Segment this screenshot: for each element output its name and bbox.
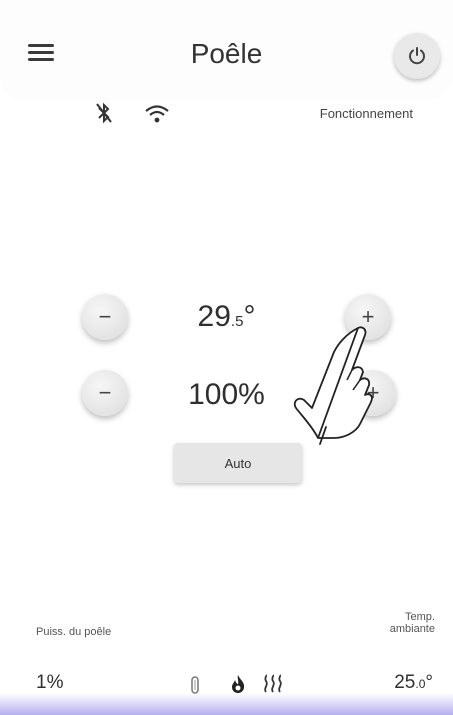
auto-button[interactable]: Auto [174, 443, 302, 483]
flame-icon [232, 675, 245, 693]
ambient-temp-label: Temp. ambiante [389, 611, 435, 635]
power-button[interactable] [394, 33, 440, 79]
status-label: Fonctionnement [319, 106, 413, 121]
ambient-temp-value: 25.0° [394, 672, 433, 693]
plus-icon: + [366, 380, 380, 405]
bottom-accent-glow [0, 693, 453, 715]
temperature-control: − 29.5° + [0, 292, 453, 352]
power-control: − 100% + [0, 366, 453, 426]
stove-power-label: Puiss. du poêle [36, 626, 112, 638]
status-row: Fonctionnement [0, 100, 453, 130]
power-increase-button[interactable]: + [350, 370, 396, 416]
plus-icon: + [361, 304, 375, 329]
page-title: Poêle [190, 38, 263, 69]
power-icon [409, 47, 425, 65]
heat-waves-icon [264, 674, 282, 693]
stove-power-value: 1% [36, 672, 64, 693]
stove-app-screen: Poêle Fonctionnement − 29.5° + − 100% + … [0, 0, 453, 715]
bluetooth-off-icon [96, 102, 112, 124]
app-header: Poêle [0, 0, 453, 100]
wifi-icon [145, 105, 169, 123]
temperature-increase-button[interactable]: + [345, 294, 391, 340]
pellet-icon [191, 676, 199, 694]
